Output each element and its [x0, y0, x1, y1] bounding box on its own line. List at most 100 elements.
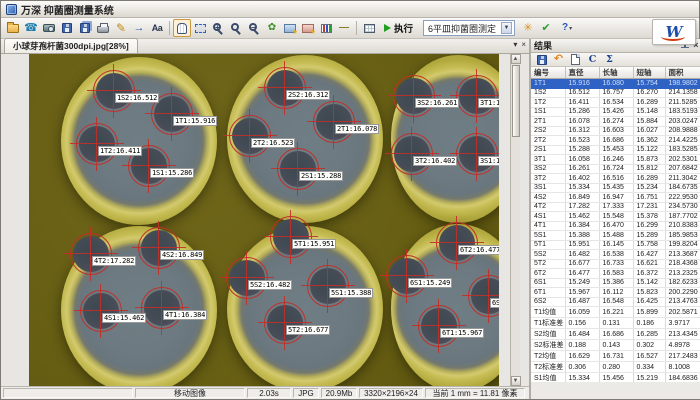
result-row-2T1[interactable]: 2T116.07816.27415.884203.0247	[531, 117, 700, 127]
zone-label-2T1[interactable]: 2T1:16.078	[335, 124, 379, 134]
column-header-1[interactable]: 直径	[565, 67, 599, 79]
zone-label-5S1[interactable]: 5S1:15.388	[329, 288, 373, 298]
inhibition-zone-3S1[interactable]: 3S1:15.334	[459, 136, 495, 172]
zone-label-3S1[interactable]: 3S1:15.334	[478, 156, 499, 166]
inhibition-zone-2S2[interactable]: 2S2:16.312	[267, 70, 303, 106]
result-row-T1均值[interactable]: T1均值16.05916.22115.899202.5871	[531, 307, 700, 318]
tab-list-chevron-icon[interactable]: ▾	[513, 41, 517, 49]
zone-label-3T1[interactable]: 3T1:16.058	[478, 98, 499, 108]
specimen-image[interactable]: 1S2:16.5121T1:15.9161T2:16.4111S1:15.286…	[29, 54, 499, 386]
zone-label-2T2[interactable]: 2T2:16.523	[251, 138, 295, 148]
zoom-out-icon[interactable]: −	[245, 19, 263, 37]
select-region-icon[interactable]	[191, 19, 209, 37]
zone-label-6T1[interactable]: 6T1:15.967	[440, 328, 484, 338]
help-dropdown-icon[interactable]: ▾	[569, 25, 572, 32]
zone-label-4S1[interactable]: 4S1:15.462	[102, 313, 146, 323]
result-row-T2均值[interactable]: T2均值16.62916.73116.527217.2483	[531, 351, 700, 362]
inhibition-zone-4T2[interactable]: 4T2:17.282	[73, 236, 109, 272]
inhibition-zone-6T2[interactable]: 6T2:16.477	[439, 225, 475, 261]
inhibition-zone-3S2[interactable]: 3S2:16.261	[396, 78, 432, 114]
inhibition-zone-1T2[interactable]: 1T2:16.411	[79, 126, 115, 162]
open-image-icon[interactable]	[4, 19, 22, 37]
result-row-5S2[interactable]: 5S216.48216.53816.427213.3687	[531, 250, 700, 260]
column-header-3[interactable]: 短轴	[633, 67, 665, 79]
result-row-1T2[interactable]: 1T216.41116.53416.289211.5285	[531, 98, 700, 108]
inhibition-zone-5S2[interactable]: 5S2:16.482	[229, 260, 265, 296]
result-row-2S2[interactable]: 2S216.31216.60316.027208.9888	[531, 126, 700, 136]
scrollbar-thumb[interactable]	[512, 65, 520, 137]
zone-label-6S2[interactable]: 6S2:16.487	[490, 298, 499, 308]
zone-label-5S2[interactable]: 5S2:16.482	[248, 280, 292, 290]
pan-hand-icon[interactable]	[173, 19, 191, 37]
result-row-3S1[interactable]: 3S115.33415.43515.234184.6735	[531, 183, 700, 193]
scroll-up-icon[interactable]: ▲	[511, 54, 521, 64]
scroll-down-icon[interactable]: ▼	[511, 376, 521, 386]
method-combobox[interactable]: 6平皿抑菌圈测定 ▼	[423, 20, 515, 36]
zone-label-5T1[interactable]: 5T1:15.951	[292, 239, 336, 249]
sum-sigma-icon[interactable]: Σ	[602, 53, 617, 66]
inhibition-zone-5S1[interactable]: 5S1:15.388	[310, 268, 346, 304]
zone-label-2S2[interactable]: 2S2:16.312	[286, 90, 330, 100]
chevron-down-icon[interactable]: ▼	[501, 22, 512, 34]
inhibition-zone-3T2[interactable]: 3T2:16.402	[394, 136, 430, 172]
acquire-device-icon[interactable]: ☎	[22, 19, 40, 37]
result-row-1T1[interactable]: 1T115.91616.08015.754198.9802	[531, 79, 700, 89]
zone-label-1T1[interactable]: 1T1:15.916	[173, 116, 217, 126]
confirm-check-icon[interactable]: ✔	[537, 19, 555, 37]
zone-label-1S2[interactable]: 1S2:16.512	[115, 93, 159, 103]
result-row-4T2[interactable]: 4T217.28217.33317.231234.5730	[531, 202, 700, 212]
inhibition-zone-4S2[interactable]: 4S2:16.849	[141, 230, 177, 266]
undo-icon[interactable]: ↶	[551, 53, 566, 66]
zone-label-1T2[interactable]: 1T2:16.411	[98, 146, 142, 156]
inhibition-zone-4S1[interactable]: 4S1:15.462	[83, 293, 119, 329]
result-row-4S1[interactable]: 4S115.46215.54815.378187.7702	[531, 212, 700, 222]
result-row-5T2[interactable]: 5T216.67716.73316.621218.4368	[531, 259, 700, 269]
column-header-0[interactable]: 编号	[531, 67, 565, 79]
inhibition-zone-3T1[interactable]: 3T1:16.058	[459, 78, 495, 114]
execute-button[interactable]: 执行	[378, 19, 419, 37]
zone-label-4T2[interactable]: 4T2:17.282	[92, 256, 136, 266]
save-as-icon[interactable]	[76, 19, 94, 37]
vertical-scrollbar[interactable]: ▲ ▼	[510, 54, 520, 386]
zone-label-5T2[interactable]: 5T2:16.677	[286, 325, 330, 335]
erase-icon[interactable]: —	[335, 19, 353, 37]
zone-label-3T2[interactable]: 3T2:16.402	[413, 156, 457, 166]
result-row-3T1[interactable]: 3T116.05816.24615.873202.5301	[531, 155, 700, 165]
inhibition-zone-6T1[interactable]: 6T1:15.967	[421, 308, 457, 344]
sample-mark-icon[interactable]	[299, 19, 317, 37]
tab-active-image[interactable]: 小球芽孢杆菌300dpi.jpg[28%]	[4, 38, 138, 53]
inhibition-zone-1T1[interactable]: 1T1:15.916	[154, 96, 190, 132]
result-row-T2标准差[interactable]: T2标准差0.3060.2800.3348.1008	[531, 362, 700, 373]
zoom-cursor-icon[interactable]	[227, 19, 245, 37]
result-row-6S2[interactable]: 6S216.48716.54816.425213.4763	[531, 297, 700, 307]
result-row-6T1[interactable]: 6T115.96716.11215.823200.2290	[531, 288, 700, 298]
color-sample-icon[interactable]: ✿	[263, 19, 281, 37]
result-row-4S2[interactable]: 4S216.84916.94716.751222.9530	[531, 193, 700, 203]
calibration-icon[interactable]	[281, 19, 299, 37]
result-row-6T2[interactable]: 6T216.47716.58316.372213.2325	[531, 269, 700, 279]
result-row-S2均值[interactable]: S2均值16.48416.68616.285213.4345	[531, 329, 700, 340]
inhibition-zone-2S1[interactable]: 2S1:15.288	[280, 151, 316, 187]
print-icon[interactable]	[94, 19, 112, 37]
text-label-icon[interactable]: Aa	[148, 19, 166, 37]
inhibition-zone-2T2[interactable]: 2T2:16.523	[232, 118, 268, 154]
zone-label-6S1[interactable]: 6S1:15.249	[408, 278, 452, 288]
clear-results-icon[interactable]: C	[585, 53, 600, 66]
zone-label-4S2[interactable]: 4S2:16.849	[160, 250, 204, 260]
result-row-T1标准差[interactable]: T1标准差0.1560.1310.1863.9717	[531, 318, 700, 329]
camera-capture-icon[interactable]	[40, 19, 58, 37]
copy-results-icon[interactable]	[568, 53, 583, 66]
result-row-1S1[interactable]: 1S115.28615.42615.148183.5193	[531, 107, 700, 117]
help-icon[interactable]: ?▾	[555, 19, 579, 37]
result-row-S2标准差[interactable]: S2标准差0.1880.1430.3024.8978	[531, 340, 700, 351]
zone-label-3S2[interactable]: 3S2:16.261	[415, 98, 459, 108]
inhibition-zone-6S2[interactable]: 6S2:16.487	[471, 278, 499, 314]
result-row-5T1[interactable]: 5T115.95116.14515.758199.8204	[531, 240, 700, 250]
column-header-4[interactable]: 面积	[665, 67, 700, 79]
annotate-pencil-icon[interactable]: ✎	[112, 19, 130, 37]
export-icon[interactable]: →	[130, 19, 148, 37]
zone-label-4T1[interactable]: 4T1:16.384	[163, 310, 207, 320]
zoom-in-icon[interactable]: +	[209, 19, 227, 37]
result-row-2S1[interactable]: 2S115.28815.45315.122183.5285	[531, 145, 700, 155]
result-row-3T2[interactable]: 3T216.40216.51616.289211.3042	[531, 174, 700, 184]
